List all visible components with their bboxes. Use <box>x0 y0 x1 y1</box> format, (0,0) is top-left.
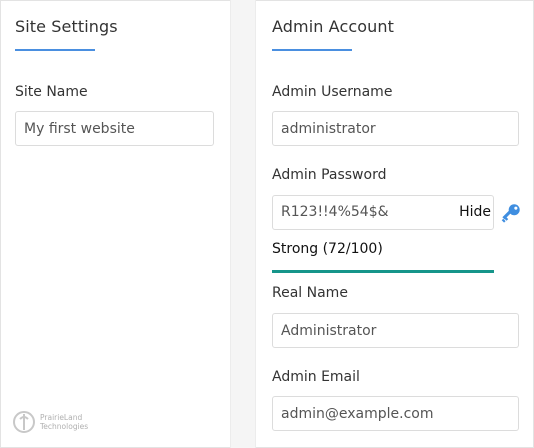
admin-email-input[interactable] <box>272 396 519 431</box>
admin-account-heading: Admin Account <box>272 17 394 36</box>
admin-password-label: Admin Password <box>272 167 387 183</box>
prairieland-logo: PrairieLand Technologies <box>13 409 93 437</box>
admin-account-underline <box>272 49 352 51</box>
password-strength-text: Strong (72/100) <box>272 241 383 257</box>
real-name-input[interactable] <box>272 313 519 348</box>
admin-email-label: Admin Email <box>272 369 360 385</box>
site-name-input[interactable] <box>15 111 214 146</box>
site-name-label: Site Name <box>15 84 88 100</box>
password-strength-bar <box>272 270 494 273</box>
column-divider <box>230 0 256 448</box>
admin-username-label: Admin Username <box>272 84 393 100</box>
logo-icon <box>13 411 35 433</box>
admin-username-input[interactable] <box>272 111 519 146</box>
key-icon[interactable] <box>500 202 522 224</box>
admin-password-field[interactable]: R123!!4%54$& Hide <box>272 195 494 230</box>
site-settings-underline <box>15 49 95 51</box>
logo-line1: PrairieLand <box>40 413 83 422</box>
logo-line2: Technologies <box>40 422 89 431</box>
hide-password-button[interactable]: Hide <box>459 204 491 220</box>
real-name-label: Real Name <box>272 285 348 301</box>
site-settings-heading: Site Settings <box>15 17 118 36</box>
admin-password-input[interactable]: R123!!4%54$& <box>281 204 389 220</box>
password-strength-fill <box>272 270 494 273</box>
